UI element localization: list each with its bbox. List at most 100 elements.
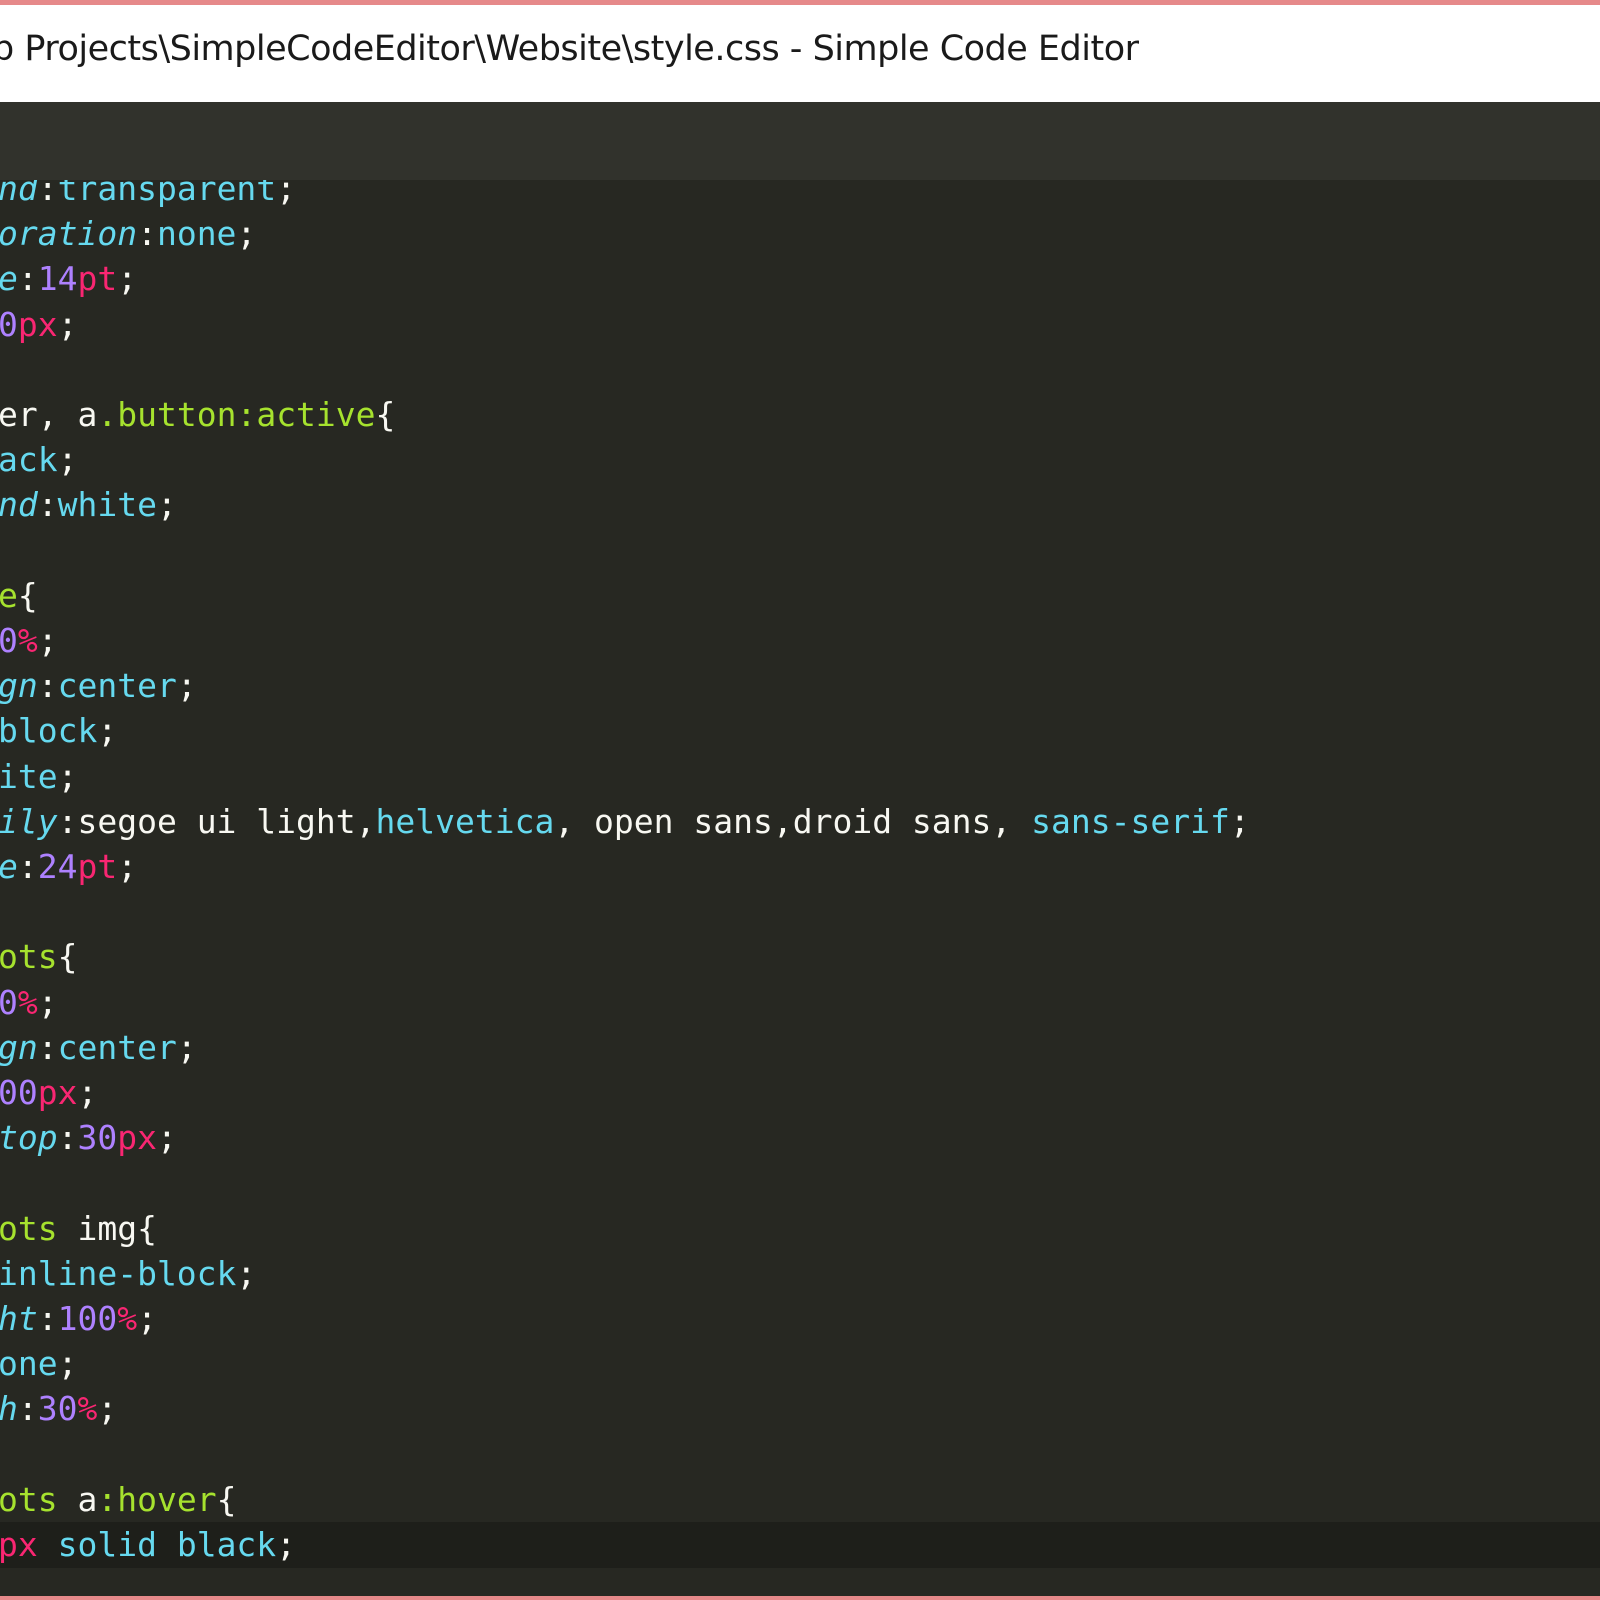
code-token: : — [17, 1389, 38, 1429]
code-token: center — [57, 1027, 177, 1067]
code-token: ; — [156, 485, 177, 525]
code-line-text: 00px; — [0, 1070, 97, 1116]
code-token: ; — [57, 440, 78, 480]
code-token: : — [17, 847, 38, 886]
code-token: { — [57, 937, 78, 977]
code-token: 100 — [57, 1299, 118, 1338]
code-token: e — [0, 847, 18, 886]
code-line[interactable]: oration:none; — [0, 211, 1600, 257]
code-token: ; — [57, 304, 78, 344]
code-line[interactable] — [0, 1432, 1600, 1478]
code-token: ite — [0, 756, 58, 796]
code-line[interactable]: ht:100%; — [0, 1296, 1600, 1342]
code-token: : — [57, 1118, 78, 1158]
code-token: ; — [236, 1253, 257, 1293]
code-line[interactable]: 0%; — [0, 618, 1600, 664]
code-token: % — [17, 621, 38, 660]
code-token: 30 — [37, 1389, 78, 1429]
tab-strip[interactable] — [0, 102, 1600, 180]
code-line-text: top:30px; — [0, 1115, 177, 1161]
code-line[interactable]: ots{ — [0, 934, 1600, 980]
code-token: ; — [97, 711, 118, 751]
code-line-current[interactable]: px solid black; — [0, 1522, 1600, 1568]
code-line-text: er, a.button:active{ — [0, 392, 395, 438]
code-token: none — [156, 214, 237, 254]
code-token: h — [0, 1389, 18, 1428]
code-token: ; — [97, 1389, 118, 1429]
code-token: : — [137, 214, 157, 254]
code-token: segoe ui light, — [77, 801, 376, 841]
code-token: .button — [97, 395, 237, 434]
code-line[interactable]: er, a.button:active{ — [0, 392, 1600, 438]
code-line-text: block; — [0, 708, 117, 754]
code-token: sans-serif — [1031, 801, 1230, 841]
code-line[interactable]: gn:center; — [0, 663, 1600, 709]
code-line[interactable] — [0, 1160, 1600, 1206]
code-token: solid — [37, 1525, 177, 1564]
code-token: : — [17, 259, 38, 299]
code-line[interactable]: e{ — [0, 573, 1600, 619]
code-token: ; — [276, 1525, 297, 1564]
code-token: e — [0, 259, 18, 298]
code-line[interactable]: one; — [0, 1341, 1600, 1387]
code-line[interactable]: 0%; — [0, 980, 1600, 1026]
window-title: p Projects\SimpleCodeEditor\Website\styl… — [0, 29, 1139, 69]
code-line[interactable] — [0, 347, 1600, 393]
code-line-text: oration:none; — [0, 211, 256, 257]
code-line[interactable]: ite; — [0, 754, 1600, 800]
code-line[interactable]: ots img{ — [0, 1206, 1600, 1252]
code-line[interactable]: 0px; — [0, 302, 1600, 348]
code-token: ; — [156, 1118, 177, 1158]
code-token: gn — [0, 666, 38, 706]
code-token: { — [17, 575, 38, 615]
code-token: px — [37, 1073, 78, 1112]
code-line[interactable]: h:30%; — [0, 1386, 1600, 1432]
code-editor[interactable]: nd:transparent;oration:none;e:14pt;0px;e… — [0, 180, 1600, 1596]
code-token: ots — [0, 937, 58, 977]
code-line[interactable]: inline-block; — [0, 1251, 1600, 1297]
code-token: px — [0, 1525, 38, 1564]
code-token: ht — [0, 1299, 38, 1338]
code-line[interactable]: gn:center; — [0, 1025, 1600, 1071]
code-token: 0 — [0, 982, 18, 1022]
code-line[interactable]: ack; — [0, 437, 1600, 483]
code-token: % — [117, 1299, 138, 1338]
code-token: ; — [37, 621, 58, 660]
code-line[interactable] — [0, 889, 1600, 935]
code-line-text: nd:transparent; — [0, 180, 296, 212]
code-line-text: ack; — [0, 437, 77, 483]
code-token: a — [77, 395, 98, 434]
code-token: ack — [0, 440, 58, 480]
code-line[interactable]: nd:white; — [0, 482, 1600, 528]
code-line-text: ht:100%; — [0, 1296, 157, 1342]
code-token: px — [17, 304, 58, 344]
code-line[interactable]: e:14pt; — [0, 256, 1600, 302]
code-line[interactable]: 00px; — [0, 1070, 1600, 1116]
code-line[interactable]: ily:segoe ui light,helvetica, open sans,… — [0, 799, 1600, 845]
code-token: 30 — [77, 1118, 118, 1158]
code-token: block — [0, 711, 98, 751]
code-token: top — [0, 1118, 58, 1158]
code-token: white — [57, 485, 157, 525]
code-token: : — [37, 1299, 58, 1338]
code-line[interactable]: nd:transparent; — [0, 180, 1600, 212]
code-line[interactable] — [0, 528, 1600, 574]
code-line[interactable]: block; — [0, 708, 1600, 754]
code-line[interactable]: top:30px; — [0, 1115, 1600, 1161]
code-token: center — [57, 666, 177, 706]
code-line[interactable]: ots a:hover{ — [0, 1477, 1600, 1523]
code-line-text: 0px; — [0, 302, 78, 348]
code-token: { — [216, 1479, 237, 1519]
code-line-text: inline-block; — [0, 1251, 256, 1297]
code-line[interactable]: e:24pt; — [0, 844, 1600, 890]
code-line-text: 0%; — [0, 980, 58, 1026]
code-token: ; — [117, 259, 138, 299]
code-line-text: px solid black; — [0, 1522, 296, 1568]
window-border-bottom — [0, 1596, 1600, 1600]
code-token: ; — [77, 1073, 98, 1112]
code-token: 0 — [0, 304, 18, 344]
title-bar[interactable]: p Projects\SimpleCodeEditor\Website\styl… — [0, 5, 1600, 102]
code-line-text: gn:center; — [0, 1025, 197, 1071]
code-token: a — [57, 1479, 98, 1519]
code-line-text: e:14pt; — [0, 256, 137, 302]
